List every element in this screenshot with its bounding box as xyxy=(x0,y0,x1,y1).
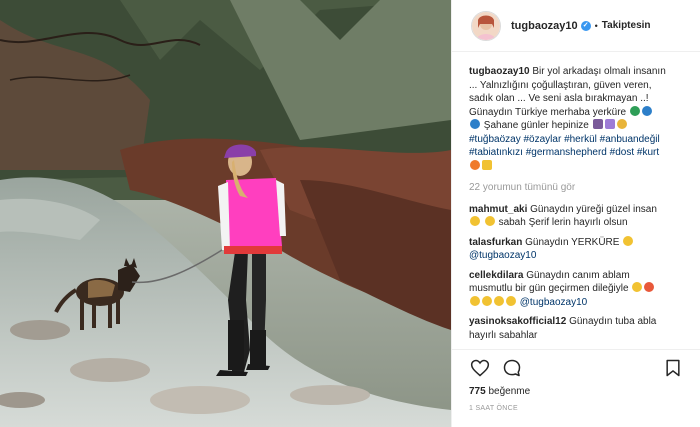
globe-emoji-icon xyxy=(641,105,652,116)
comment-text: Günaydın tuba abla xyxy=(569,316,657,327)
comment-item: talasfurkan Günaydın YERKÜRE @tugbaozay1… xyxy=(469,235,689,263)
comment-text: Günaydın yüreği güzel insan xyxy=(530,203,657,215)
person-emoji-icon xyxy=(592,119,603,129)
action-icons-row xyxy=(469,350,684,386)
comment-mention[interactable]: @tugbaozay10 xyxy=(520,297,587,308)
likes-label: beğenme xyxy=(488,386,531,397)
bookmark-icon[interactable] xyxy=(662,357,684,379)
comment-text: sabah Şerif lerin hayırlı olsun xyxy=(498,217,628,228)
smile-emoji-icon xyxy=(623,235,634,246)
comment-username[interactable]: cellekdilara xyxy=(469,270,523,281)
post-timestamp[interactable]: 1 SAAT ÖNCE xyxy=(469,405,684,412)
fire-emoji-icon xyxy=(470,159,480,170)
caption-line-3: sadık olan ... Ve seni asla bırakmayan .… xyxy=(469,93,649,104)
post-caption: tugbaozay10 Bir yol arkadaşı olmalı insa… xyxy=(469,65,689,173)
comment-username[interactable]: talasfurkan xyxy=(469,237,522,248)
globe-emoji-icon xyxy=(629,105,640,116)
verified-badge-icon: ✓ xyxy=(580,20,591,31)
comment-item: yasinoksakofficial12 Günaydın tuba abla … xyxy=(469,315,689,342)
heart-icon[interactable] xyxy=(469,357,491,379)
comment-username[interactable]: yasinoksakofficial12 xyxy=(469,316,566,327)
avatar[interactable] xyxy=(471,10,501,41)
caption-hashtags-1[interactable]: #tuğbaözay #özaylar #herkül #anbuandeğil xyxy=(469,134,660,145)
smile-emoji-icon xyxy=(632,282,643,292)
caption-username[interactable]: tugbaozay10 xyxy=(469,66,530,77)
heart-eyes-emoji-icon xyxy=(644,282,655,292)
smile-emoji-icon xyxy=(482,295,492,306)
comment-item: cellekdilara Günaydın canım ablam musmut… xyxy=(469,269,689,310)
globe-emoji-icon xyxy=(470,119,480,129)
comments-section: tugbaozay10 Bir yol arkadaşı olmalı insa… xyxy=(452,53,700,349)
view-all-comments-link[interactable]: 22 yorumun tümünü gör xyxy=(469,181,689,195)
comment-username[interactable]: mahmut_aki xyxy=(469,204,527,215)
smile-emoji-icon xyxy=(470,295,480,306)
post-side-panel: tugbaozay10 ✓ • Takiptesin tugbaozay10 B… xyxy=(451,0,700,427)
comment-mention[interactable]: @tugbaozay10 xyxy=(469,250,536,261)
smile-emoji-icon xyxy=(484,216,495,226)
post-photo[interactable] xyxy=(0,0,451,427)
comment-bubble-icon[interactable] xyxy=(501,357,523,379)
likes-number: 775 xyxy=(469,386,486,397)
smile-emoji-icon xyxy=(494,295,504,306)
caption-line-4: Günaydın Türkiye merhaba yerküre xyxy=(469,106,627,118)
smile-emoji-icon xyxy=(470,216,480,226)
post-photo-image xyxy=(0,0,451,427)
emoji-icon xyxy=(482,159,492,170)
header-separator: • xyxy=(594,20,598,31)
post-actions: 775 beğenme 1 SAAT ÖNCE xyxy=(452,349,700,427)
caption-line-2: ... Yalnızlığını çoğullaştıran, güven ve… xyxy=(469,79,652,91)
post-username[interactable]: tugbaozay10 xyxy=(511,20,578,32)
post-header: tugbaozay10 ✓ • Takiptesin xyxy=(452,0,700,52)
likes-count[interactable]: 775 beğenme xyxy=(469,386,684,397)
comment-item: mahmut_aki Günaydın yüreği güzel insan s… xyxy=(469,203,689,230)
following-button[interactable]: Takiptesin xyxy=(602,20,651,31)
caption-line-1: Bir yol arkadaşı olmalı insanın xyxy=(532,66,666,77)
caption-hashtags-2[interactable]: #tabiatınkızı #germanshepherd #dost #kur… xyxy=(469,147,659,158)
comment-text: Günaydın canım ablam xyxy=(526,269,630,281)
avatar-image xyxy=(472,11,500,40)
caption-line-5: Şahane günler hepinize xyxy=(483,120,589,131)
comment-text: Günaydın YERKÜRE xyxy=(525,236,620,248)
comment-text: hayırlı sabahlar xyxy=(469,329,538,341)
rainbow-emoji-icon xyxy=(616,119,627,129)
smile-emoji-icon xyxy=(506,295,516,306)
comment-text: musmutlu bir gün geçirmen dileğiyle xyxy=(469,283,629,294)
peace-emoji-icon xyxy=(604,119,615,129)
